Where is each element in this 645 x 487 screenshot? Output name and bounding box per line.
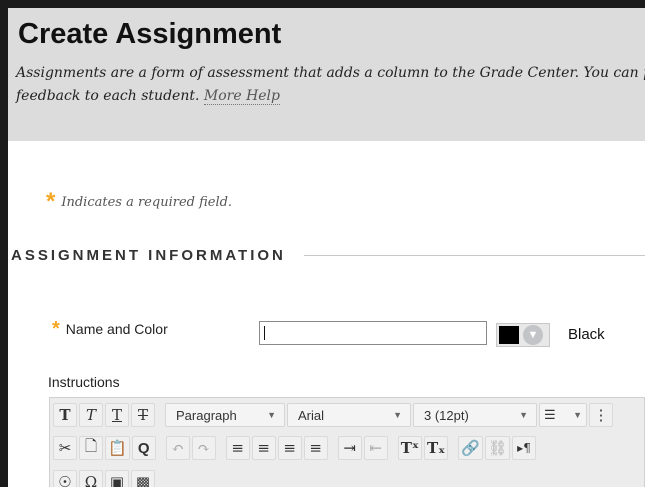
paragraph-select-value: Paragraph — [176, 407, 237, 423]
indent-icon[interactable]: ⇥ — [337, 436, 362, 460]
toolbar-row-3: ☉ Ω ▣ ▩ — [53, 468, 155, 487]
page-description-text: Assignments are a form of assessment tha… — [16, 65, 645, 104]
bold-icon[interactable]: T — [53, 403, 77, 427]
color-picker-button[interactable]: ▼ — [496, 323, 550, 347]
section-heading: ASSIGNMENT INFORMATION — [11, 247, 645, 264]
chevron-down-icon: ▼ — [573, 410, 582, 420]
toolbar-row-1: T T T T Paragraph ▼ Arial ▼ 3 (12pt) ▼ ☰… — [53, 401, 613, 429]
name-label-text: Name and Color — [65, 321, 168, 337]
bullet-list-icon: ☰ — [544, 407, 556, 422]
name-field-label: * Name and Color — [52, 319, 168, 339]
paragraph-mark-icon[interactable]: ▸¶ — [512, 436, 537, 460]
required-note-text: Indicates a required field. — [61, 194, 233, 210]
paste-icon[interactable]: 📋 — [105, 436, 130, 460]
redo-icon[interactable]: ↷ — [191, 436, 216, 460]
chevron-down-icon: ▼ — [267, 410, 276, 420]
copy-icon[interactable]: 🗋 — [79, 436, 103, 460]
chevron-down-icon: ▼ — [519, 410, 528, 420]
superscript-icon[interactable]: Tˣ — [397, 436, 422, 460]
page-description: Assignments are a form of assessment tha… — [16, 62, 645, 108]
italic-icon[interactable]: T — [79, 403, 103, 427]
required-star-icon: * — [52, 318, 60, 340]
align-right-icon[interactable]: ≡ — [277, 436, 302, 460]
section-divider — [303, 255, 645, 256]
section-title: ASSIGNMENT INFORMATION — [11, 247, 286, 264]
strikethrough-icon[interactable]: T — [131, 403, 155, 427]
media-icon[interactable]: ▩ — [131, 470, 155, 487]
bullet-list-button[interactable]: ☰ ▼ — [539, 403, 587, 427]
font-select[interactable]: Arial ▼ — [287, 403, 411, 427]
special-char-icon[interactable]: Ω — [79, 470, 103, 487]
align-left-icon[interactable]: ≡ — [225, 436, 250, 460]
unlink-icon[interactable]: ⛓ — [484, 436, 511, 460]
chevron-down-icon: ▼ — [523, 325, 543, 345]
page-header: Create Assignment Assignments are a form… — [8, 8, 645, 141]
font-select-value: Arial — [298, 407, 325, 423]
find-icon[interactable]: Q — [131, 436, 156, 460]
rich-text-editor: T T T T Paragraph ▼ Arial ▼ 3 (12pt) ▼ ☰… — [49, 397, 645, 487]
chevron-down-icon: ▼ — [393, 410, 402, 420]
page: Create Assignment Assignments are a form… — [8, 8, 645, 487]
required-star-icon: * — [46, 188, 56, 215]
paragraph-select[interactable]: Paragraph ▼ — [165, 403, 285, 427]
size-select-value: 3 (12pt) — [424, 407, 469, 423]
underline-icon[interactable]: T — [105, 403, 129, 427]
spellcheck-icon[interactable]: ☉ — [53, 470, 77, 487]
image-icon[interactable]: ▣ — [105, 470, 129, 487]
link-icon[interactable]: 🔗 — [458, 436, 483, 460]
required-field-note: * Indicates a required field. — [46, 190, 232, 214]
cut-icon[interactable]: ✂ — [53, 436, 77, 460]
color-name: Black — [568, 326, 605, 343]
color-swatch — [499, 326, 519, 344]
subscript-icon[interactable]: Tₓ — [423, 436, 449, 460]
toolbar-row-2: ✂ 🗋 📋 Q ↶ ↷ ≡ ≡ ≡ ≡ ⇥ ⇤ Tˣ Tₓ 🔗 ⛓ ▸¶ — [53, 434, 537, 462]
size-select[interactable]: 3 (12pt) ▼ — [413, 403, 537, 427]
more-help-link[interactable]: More Help — [203, 88, 280, 105]
name-input[interactable] — [259, 321, 487, 345]
undo-icon[interactable]: ↶ — [165, 436, 190, 460]
align-center-icon[interactable]: ≡ — [251, 436, 276, 460]
page-title: Create Assignment — [18, 18, 282, 50]
align-justify-icon[interactable]: ≡ — [303, 436, 328, 460]
instructions-label: Instructions — [48, 374, 120, 390]
outdent-icon[interactable]: ⇤ — [363, 436, 388, 460]
text-caret — [264, 326, 265, 340]
numbered-list-icon[interactable]: ⋮ — [589, 403, 613, 427]
